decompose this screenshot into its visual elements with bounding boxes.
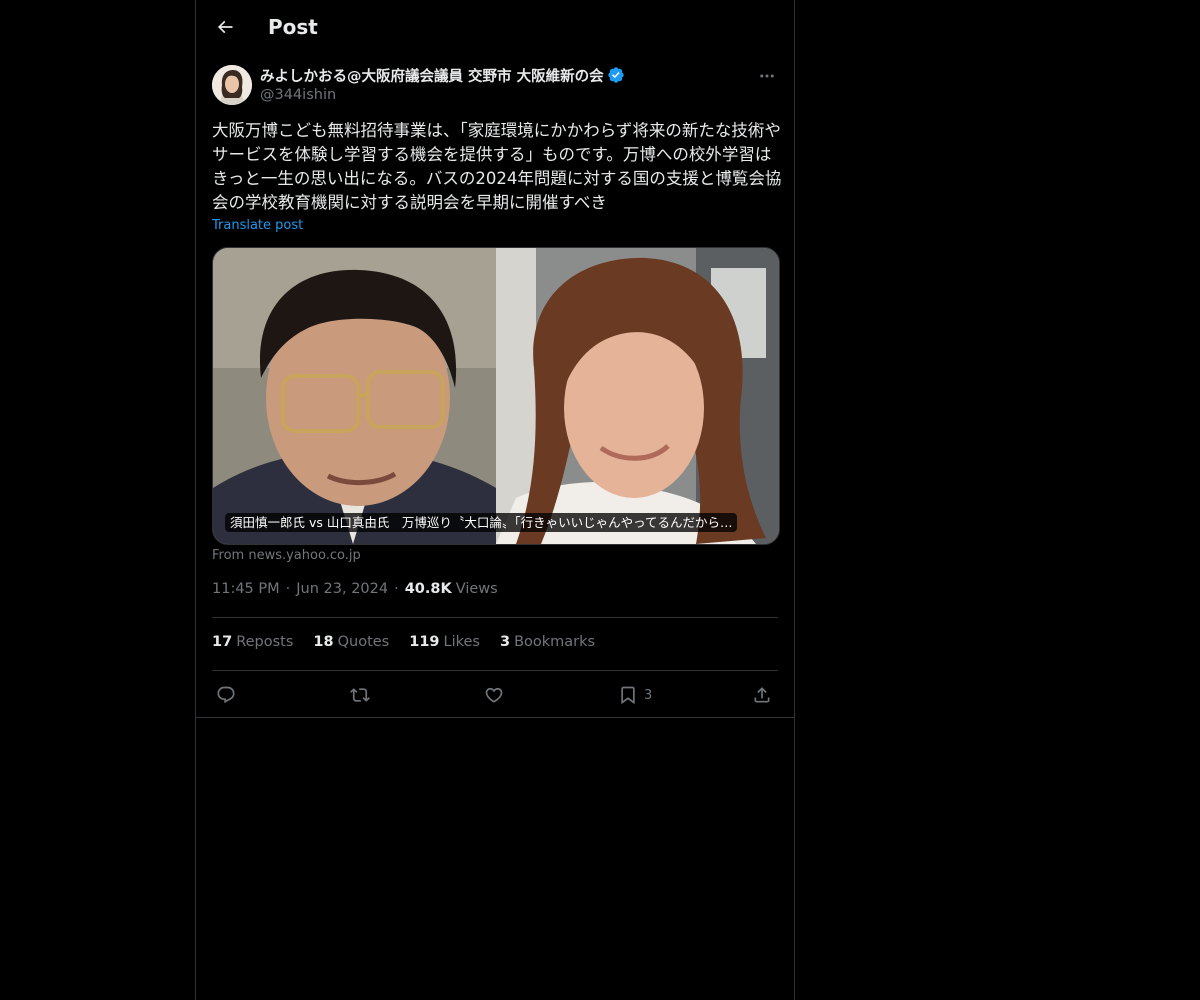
avatar-image	[212, 65, 252, 105]
post-time[interactable]: 11:45 PM	[212, 581, 280, 597]
bookmark-button[interactable]: 3	[618, 680, 652, 710]
divider	[212, 617, 778, 618]
post-text: 大阪万博こども無料招待事業は、「家庭環境にかかわらず将来の新たな技術やサービスを…	[212, 121, 782, 212]
author-handle[interactable]: @344ishin	[260, 87, 625, 103]
repost-icon	[350, 688, 370, 702]
bookmark-count: 3	[644, 687, 653, 703]
author-display-name[interactable]: みよしかおる@大阪府議会議員 交野市 大阪維新の会	[260, 65, 604, 86]
arrow-left-icon	[217, 20, 233, 34]
post-date[interactable]: Jun 23, 2024	[296, 581, 388, 597]
stat-quotes[interactable]: 18 Quotes	[313, 634, 389, 650]
share-icon	[754, 687, 770, 703]
media-caption: 須田慎一郎氏 vs 山口真由氏 万博巡り〝大口論〟「行きゃいいじゃんやってるんだ…	[225, 513, 738, 532]
verified-badge-icon[interactable]	[607, 66, 625, 84]
avatar[interactable]	[212, 65, 252, 105]
views-count: 40.8K	[404, 581, 452, 597]
translate-post-link[interactable]: Translate post	[212, 218, 303, 233]
reply-icon	[217, 686, 235, 704]
bookmark-icon	[621, 686, 635, 705]
more-options-button[interactable]	[756, 65, 778, 87]
author-names: みよしかおる@大阪府議会議員 交野市 大阪維新の会 @344ishin	[260, 65, 625, 103]
divider	[196, 717, 794, 718]
share-button[interactable]	[752, 680, 772, 710]
primary-column: Post みよしかおる@大阪府議会議員 交野市 大阪維新の会 @344ishin…	[195, 0, 795, 1000]
meta-separator: ·	[285, 581, 291, 597]
link-source[interactable]: From news.yahoo.co.jp	[212, 548, 361, 563]
more-icon	[760, 74, 774, 78]
like-button[interactable]	[484, 680, 504, 710]
link-card-media[interactable]: 須田慎一郎氏 vs 山口真由氏 万博巡り〝大口論〟「行きゃいいじゃんやってるんだ…	[212, 247, 780, 545]
engagement-stats: 17 Reposts 18 Quotes 119 Likes 3 Bookmarks	[212, 634, 615, 650]
repost-button[interactable]	[350, 680, 370, 710]
meta-separator: ·	[394, 581, 399, 597]
action-bar: 3	[206, 680, 784, 710]
back-button[interactable]	[208, 10, 242, 44]
top-bar: Post	[196, 0, 794, 53]
stat-likes[interactable]: 119 Likes	[409, 634, 480, 650]
stat-bookmarks[interactable]: 3 Bookmarks	[500, 634, 595, 650]
page-title: Post	[268, 15, 318, 39]
divider	[212, 670, 778, 671]
post-author-header: みよしかおる@大阪府議会議員 交野市 大阪維新の会 @344ishin	[212, 65, 778, 109]
post-meta: 11:45 PM · Jun 23, 2024 · 40.8K Views	[212, 581, 498, 597]
views-label: Views	[455, 581, 498, 597]
stat-reposts[interactable]: 17 Reposts	[212, 634, 293, 650]
reply-button[interactable]	[216, 680, 236, 710]
heart-icon	[485, 687, 503, 703]
media-image-right	[496, 248, 779, 544]
media-image-left	[213, 248, 496, 544]
